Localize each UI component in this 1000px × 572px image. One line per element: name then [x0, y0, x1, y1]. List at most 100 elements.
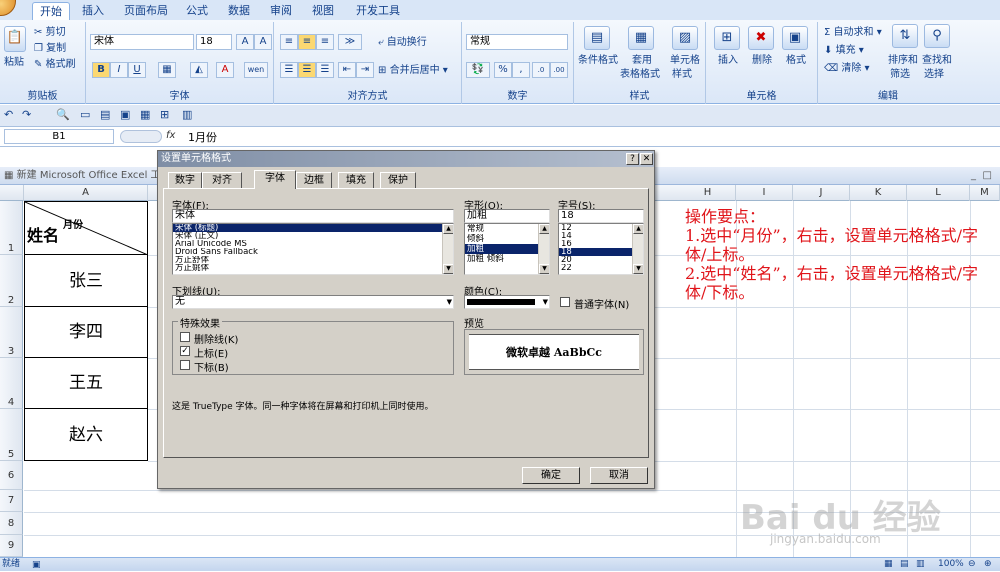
strikethrough-checkbox[interactable]: [180, 332, 190, 342]
column-header-j[interactable]: J: [793, 185, 850, 201]
italic-button[interactable]: I: [110, 62, 128, 78]
font-list-item[interactable]: Arial Unicode MS: [173, 240, 453, 248]
column-header-k[interactable]: K: [850, 185, 907, 201]
dialog-tab-fill[interactable]: 填充: [338, 172, 374, 188]
chart-icon[interactable]: ▥: [182, 108, 192, 121]
row-header-7[interactable]: 7: [0, 490, 23, 512]
restore-icon[interactable]: □: [983, 167, 992, 185]
new-doc-icon[interactable]: ▭: [80, 108, 90, 121]
paste-button[interactable]: 粘贴: [4, 56, 24, 70]
tab-data[interactable]: 数据: [222, 2, 256, 20]
find-select-button-line1[interactable]: 查找和: [922, 54, 952, 68]
color-select[interactable]: ▼: [464, 295, 550, 309]
row-header-5[interactable]: 5: [0, 409, 23, 461]
size-list-item[interactable]: 20: [559, 256, 643, 264]
clear-button[interactable]: ⌫ 清除 ▾: [824, 62, 870, 76]
table-format-icon[interactable]: ▦: [628, 26, 654, 50]
scroll-up-icon[interactable]: ▲: [443, 224, 453, 234]
help-button[interactable]: ?: [626, 153, 639, 165]
style-list-item[interactable]: 常规: [465, 224, 549, 234]
dialog-tab-protection[interactable]: 保护: [380, 172, 416, 188]
conditional-format-button[interactable]: 条件格式: [578, 54, 618, 68]
dialog-tab-number[interactable]: 数字: [168, 172, 202, 188]
print-preview-icon[interactable]: 🔍: [56, 108, 70, 121]
page-layout-view-icon[interactable]: ▤: [900, 558, 909, 571]
font-size-box[interactable]: 18: [196, 34, 232, 50]
scroll-down-icon[interactable]: ▼: [443, 264, 453, 274]
column-header-i[interactable]: I: [736, 185, 793, 201]
macro-record-icon[interactable]: ▣: [32, 559, 41, 572]
row-header-2[interactable]: 2: [0, 255, 23, 307]
cell-a1[interactable]: 姓名 月份: [24, 201, 148, 255]
style-list[interactable]: 常规 倾斜 加粗 加粗 倾斜 ▲ ▼: [464, 223, 550, 275]
font-list-scrollbar[interactable]: ▲ ▼: [442, 224, 453, 274]
underline-button[interactable]: U: [128, 62, 146, 78]
size-list-item[interactable]: 22: [559, 264, 643, 272]
percent-button[interactable]: %: [494, 62, 512, 78]
align-bottom-button[interactable]: ≡: [316, 34, 334, 50]
font-list[interactable]: 宋体 (标题) 宋体 (正文) Arial Unicode MS Droid S…: [172, 223, 454, 275]
cell-style-button-line1[interactable]: 单元格: [670, 54, 700, 68]
cell-a5[interactable]: 赵六: [24, 409, 148, 461]
select-all-corner[interactable]: [0, 185, 24, 201]
dialog-tab-border[interactable]: 边框: [296, 172, 332, 188]
normal-view-icon[interactable]: ▦: [884, 558, 893, 571]
currency-button[interactable]: 💱: [466, 62, 490, 78]
font-list-item[interactable]: 方正姚体: [173, 264, 453, 272]
grid-icon[interactable]: ⊞: [160, 108, 169, 121]
table-format-button-line2[interactable]: 表格格式: [620, 68, 660, 82]
font-list-item[interactable]: 宋体 (正文): [173, 232, 453, 240]
superscript-checkbox[interactable]: ✓: [180, 346, 190, 356]
normal-font-checkbox[interactable]: [560, 297, 570, 307]
style-input[interactable]: 加粗: [464, 209, 550, 223]
row-header-4[interactable]: 4: [0, 358, 23, 409]
delete-cells-icon[interactable]: ✖: [748, 26, 774, 50]
size-list-item[interactable]: 12: [559, 224, 643, 232]
open-icon[interactable]: ▤: [100, 108, 110, 121]
font-list-item[interactable]: 宋体 (标题): [173, 224, 453, 232]
scroll-up-icon[interactable]: ▲: [633, 224, 643, 234]
size-list[interactable]: 12 14 16 18 20 22 ▲ ▼: [558, 223, 644, 275]
binoculars-icon[interactable]: ⚲: [924, 24, 950, 48]
style-list-item[interactable]: 倾斜: [465, 234, 549, 244]
cell-a2[interactable]: 张三: [24, 255, 148, 307]
align-right-button[interactable]: ☰: [316, 62, 334, 78]
copy-button[interactable]: ❐ 复制: [34, 42, 66, 56]
close-button[interactable]: ✕: [640, 153, 653, 165]
fill-color-button[interactable]: ◭: [190, 62, 208, 78]
insert-cells-icon[interactable]: ⊞: [714, 26, 740, 50]
column-header-a[interactable]: A: [24, 185, 148, 201]
cut-button[interactable]: ✂ 剪切: [34, 26, 66, 40]
cancel-button[interactable]: 取消: [590, 467, 648, 484]
paste-icon[interactable]: 📋: [4, 26, 26, 52]
undo-icon[interactable]: ↶: [4, 108, 13, 121]
align-top-button[interactable]: ≡: [280, 34, 298, 50]
font-name-box[interactable]: 宋体: [90, 34, 194, 50]
insert-cells-button[interactable]: 插入: [718, 54, 738, 68]
table-icon[interactable]: ▦: [140, 108, 150, 121]
decrease-decimal-button[interactable]: .00: [550, 62, 568, 78]
tab-developer[interactable]: 开发工具: [350, 2, 406, 20]
size-list-item[interactable]: 18: [559, 248, 643, 256]
increase-indent-button[interactable]: ⇥: [356, 62, 374, 78]
column-header-h[interactable]: H: [680, 185, 736, 201]
redo-icon[interactable]: ↷: [22, 108, 31, 121]
shrink-font-button[interactable]: A: [254, 34, 272, 50]
tab-formulas[interactable]: 公式: [180, 2, 214, 20]
format-cells-icon[interactable]: ▣: [782, 26, 808, 50]
number-format-box[interactable]: 常规: [466, 34, 568, 50]
table-format-button-line1[interactable]: 套用: [632, 54, 652, 68]
scroll-down-icon[interactable]: ▼: [633, 264, 643, 274]
grow-font-button[interactable]: A: [236, 34, 254, 50]
decrease-indent-button[interactable]: ⇤: [338, 62, 356, 78]
ok-button[interactable]: 确定: [522, 467, 580, 484]
zoom-out-icon[interactable]: ⊖: [968, 558, 976, 571]
sort-filter-icon[interactable]: ⇅: [892, 24, 918, 48]
phonetic-button[interactable]: wen: [244, 62, 268, 78]
sort-filter-button-line1[interactable]: 排序和: [888, 54, 918, 68]
style-list-scrollbar[interactable]: ▲ ▼: [538, 224, 549, 274]
font-color-button[interactable]: A: [216, 62, 234, 78]
wrap-text-button[interactable]: ⤶ 自动换行: [378, 36, 427, 50]
size-list-scrollbar[interactable]: ▲ ▼: [632, 224, 643, 274]
align-left-button[interactable]: ☰: [280, 62, 298, 78]
